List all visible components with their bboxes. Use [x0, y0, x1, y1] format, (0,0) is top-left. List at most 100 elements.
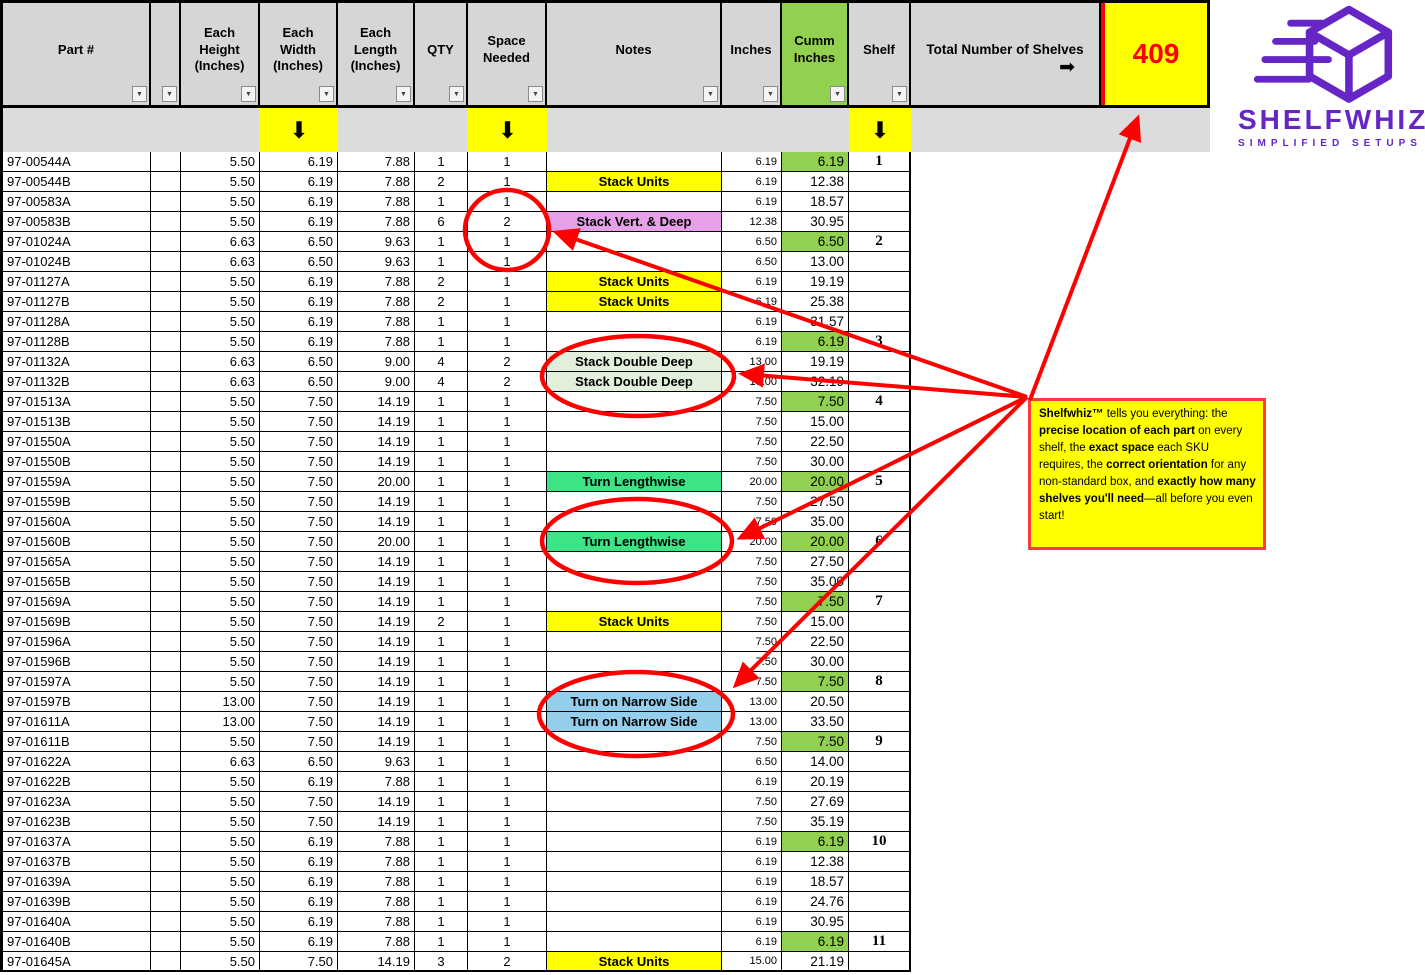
cell-blank[interactable] [151, 752, 181, 772]
cell-width[interactable]: 6.50 [260, 752, 338, 772]
cell-width[interactable]: 6.19 [260, 292, 338, 312]
cell-length[interactable]: 7.88 [338, 152, 415, 172]
cell-cumm-inches[interactable]: 6.19 [782, 332, 849, 352]
cell-cumm-inches[interactable]: 30.00 [782, 452, 849, 472]
cell-part[interactable]: 97-01128A [3, 312, 151, 332]
cell-note[interactable] [547, 792, 722, 812]
cell-space-needed[interactable]: 1 [468, 452, 547, 472]
cell-blank[interactable] [151, 792, 181, 812]
cell-part[interactable]: 97-01639A [3, 872, 151, 892]
cell-shelf[interactable] [849, 192, 911, 212]
cell-width[interactable]: 7.50 [260, 452, 338, 472]
cell-note[interactable] [547, 492, 722, 512]
cell-inches[interactable]: 6.19 [722, 852, 782, 872]
cell-height[interactable]: 6.63 [181, 372, 260, 392]
cell-space-needed[interactable]: 1 [468, 792, 547, 812]
cell-inches[interactable]: 13.00 [722, 372, 782, 392]
cell-space-needed[interactable]: 1 [468, 672, 547, 692]
cell-length[interactable]: 9.63 [338, 232, 415, 252]
cell-length[interactable]: 7.88 [338, 292, 415, 312]
cell-inches[interactable]: 13.00 [722, 352, 782, 372]
cell-length[interactable]: 7.88 [338, 192, 415, 212]
cell-height[interactable]: 6.63 [181, 352, 260, 372]
cell-note[interactable]: Stack Units [547, 612, 722, 632]
cell-blank[interactable] [151, 392, 181, 412]
cell-shelf[interactable] [849, 652, 911, 672]
cell-space-needed[interactable]: 1 [468, 752, 547, 772]
cell-cumm-inches[interactable]: 20.50 [782, 692, 849, 712]
cell-height[interactable]: 5.50 [181, 332, 260, 352]
filter-dropdown-icon[interactable]: ▼ [319, 86, 334, 102]
cell-cumm-inches[interactable]: 14.00 [782, 752, 849, 772]
cell-shelf[interactable]: 11 [849, 932, 911, 952]
cell-shelf[interactable] [849, 852, 911, 872]
cell-qty[interactable]: 1 [415, 232, 468, 252]
filter-dropdown-icon[interactable]: ▼ [763, 86, 778, 102]
cell-part[interactable]: 97-00544B [3, 172, 151, 192]
cell-note[interactable] [547, 572, 722, 592]
cell-width[interactable]: 7.50 [260, 632, 338, 652]
cell-part[interactable]: 97-01637A [3, 832, 151, 852]
cell-width[interactable]: 7.50 [260, 572, 338, 592]
cell-length[interactable]: 14.19 [338, 392, 415, 412]
cell-space-needed[interactable]: 2 [468, 212, 547, 232]
cell-blank[interactable] [151, 372, 181, 392]
cell-height[interactable]: 5.50 [181, 412, 260, 432]
cell-height[interactable]: 5.50 [181, 512, 260, 532]
cell-inches[interactable]: 7.50 [722, 732, 782, 752]
cell-width[interactable]: 6.19 [260, 332, 338, 352]
cell-blank[interactable] [151, 552, 181, 572]
cell-shelf[interactable]: 10 [849, 832, 911, 852]
cell-width[interactable]: 6.50 [260, 232, 338, 252]
cell-height[interactable]: 5.50 [181, 892, 260, 912]
cell-qty[interactable]: 1 [415, 452, 468, 472]
cell-height[interactable]: 5.50 [181, 592, 260, 612]
cell-note[interactable] [547, 452, 722, 472]
cell-width[interactable]: 7.50 [260, 472, 338, 492]
cell-shelf[interactable] [849, 912, 911, 932]
cell-space-needed[interactable]: 1 [468, 252, 547, 272]
cell-qty[interactable]: 2 [415, 272, 468, 292]
cell-cumm-inches[interactable]: 7.50 [782, 732, 849, 752]
cell-part[interactable]: 97-01611A [3, 712, 151, 732]
cell-space-needed[interactable]: 1 [468, 312, 547, 332]
cell-length[interactable]: 20.00 [338, 532, 415, 552]
cell-part[interactable]: 97-01127B [3, 292, 151, 312]
cell-space-needed[interactable]: 1 [468, 192, 547, 212]
cell-inches[interactable]: 7.50 [722, 432, 782, 452]
cell-part[interactable]: 97-01128B [3, 332, 151, 352]
cell-width[interactable]: 7.50 [260, 652, 338, 672]
cell-part[interactable]: 97-01127A [3, 272, 151, 292]
cell-part[interactable]: 97-01596B [3, 652, 151, 672]
cell-space-needed[interactable]: 1 [468, 412, 547, 432]
cell-width[interactable]: 7.50 [260, 672, 338, 692]
cell-inches[interactable]: 6.19 [722, 292, 782, 312]
cell-note[interactable] [547, 752, 722, 772]
cell-shelf[interactable] [849, 352, 911, 372]
cell-height[interactable]: 5.50 [181, 432, 260, 452]
cell-note[interactable]: Turn on Narrow Side [547, 692, 722, 712]
cell-cumm-inches[interactable]: 27.50 [782, 552, 849, 572]
cell-note[interactable] [547, 592, 722, 612]
cell-part[interactable]: 97-01640B [3, 932, 151, 952]
cell-space-needed[interactable]: 1 [468, 812, 547, 832]
cell-inches[interactable]: 7.50 [722, 672, 782, 692]
cell-qty[interactable]: 1 [415, 412, 468, 432]
cell-note[interactable]: Turn on Narrow Side [547, 712, 722, 732]
cell-part[interactable]: 97-01623B [3, 812, 151, 832]
cell-note[interactable] [547, 932, 722, 952]
cell-shelf[interactable] [849, 692, 911, 712]
cell-width[interactable]: 7.50 [260, 952, 338, 972]
cell-note[interactable] [547, 552, 722, 572]
cell-height[interactable]: 5.50 [181, 872, 260, 892]
cell-length[interactable]: 14.19 [338, 492, 415, 512]
cell-inches[interactable]: 7.50 [722, 652, 782, 672]
cell-blank[interactable] [151, 712, 181, 732]
cell-inches[interactable]: 7.50 [722, 412, 782, 432]
cell-cumm-inches[interactable]: 25.38 [782, 292, 849, 312]
cell-qty[interactable]: 1 [415, 492, 468, 512]
cell-blank[interactable] [151, 192, 181, 212]
cell-blank[interactable] [151, 512, 181, 532]
cell-height[interactable]: 5.50 [181, 552, 260, 572]
cell-length[interactable]: 14.19 [338, 612, 415, 632]
